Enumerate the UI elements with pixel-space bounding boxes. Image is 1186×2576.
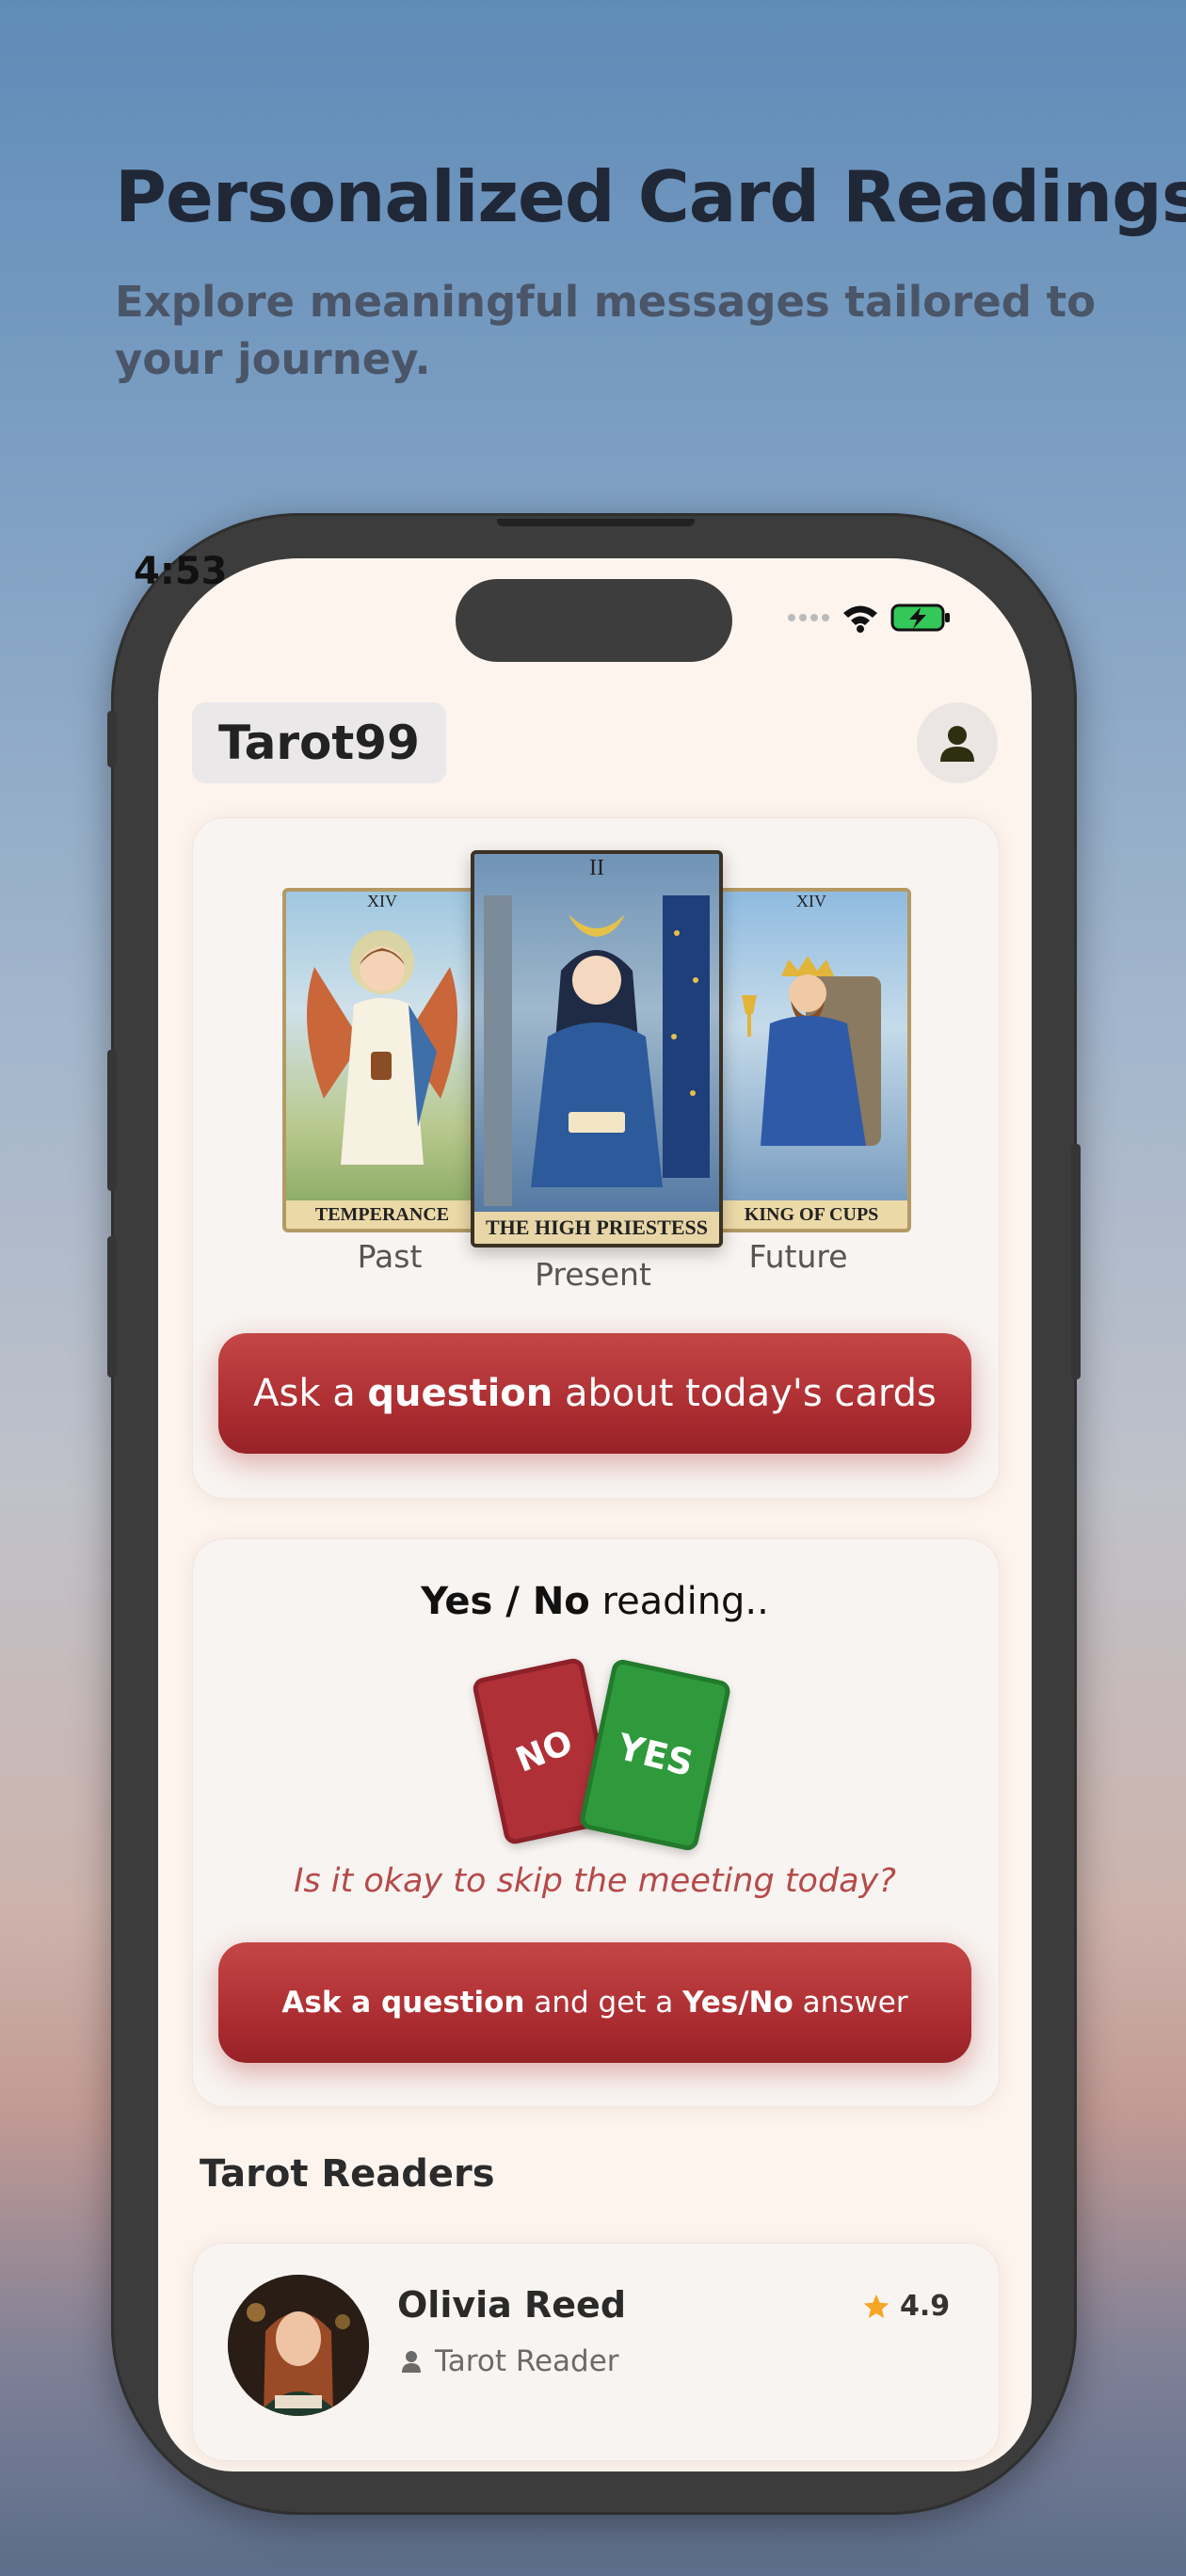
- yes-no-title-bold: Yes / No: [421, 1580, 590, 1623]
- reader-role: Tarot Reader: [401, 2344, 619, 2378]
- phone-frame: [107, 513, 1081, 2515]
- yes-no-title: Yes / No reading..: [192, 1580, 998, 1623]
- no-card-label: NO: [510, 1722, 578, 1780]
- yes-no-title-rest: reading..: [589, 1580, 769, 1623]
- card-name: KING OF CUPS: [715, 1200, 907, 1229]
- section-title-tarot-readers: Tarot Readers: [200, 2152, 495, 2196]
- yes-card-label: YES: [613, 1725, 697, 1785]
- high-priestess-illustration: [484, 895, 710, 1206]
- card-name: TEMPERANCE: [286, 1200, 478, 1229]
- position-present: Present: [535, 1256, 651, 1293]
- profile-button[interactable]: [917, 702, 998, 783]
- speaker-slot: [497, 519, 695, 526]
- battery-charging-icon: [890, 604, 950, 632]
- volume-down-button: [107, 1236, 117, 1377]
- avatar[interactable]: [228, 2275, 369, 2416]
- reader-role-label: Tarot Reader: [435, 2344, 619, 2378]
- ask-yes-no-button[interactable]: Ask a question and get a Yes/No answer: [218, 1942, 971, 2063]
- ask-about-cards-button[interactable]: Ask a question about today's cards: [218, 1333, 971, 1454]
- volume-up-button: [107, 1050, 117, 1191]
- reader-portrait: [228, 2275, 369, 2416]
- button-text-bold: question: [367, 1372, 553, 1415]
- person-icon: [402, 2351, 421, 2373]
- example-question: Is it okay to skip the meeting today?: [294, 1862, 896, 1900]
- signal-dots-icon: [788, 614, 829, 621]
- reader-rating-value: 4.9: [900, 2290, 951, 2323]
- reader-name: Olivia Reed: [397, 2284, 627, 2326]
- side-button: [107, 711, 117, 767]
- position-future: Future: [748, 1238, 848, 1275]
- card-numeral: II: [589, 856, 604, 880]
- button-text-bold-1: Ask a question: [281, 1986, 525, 2020]
- button-text-suffix: about today's cards: [553, 1372, 937, 1415]
- power-button: [1071, 1144, 1081, 1379]
- status-icons: [787, 603, 953, 633]
- app-logo[interactable]: Tarot99: [192, 702, 446, 783]
- button-text-bold-2: Yes/No: [682, 1986, 793, 2020]
- dynamic-island: [456, 579, 732, 662]
- tarot-card-future[interactable]: XIV KING OF CUPS: [712, 888, 911, 1232]
- king-of-cups-illustration: [742, 956, 881, 1146]
- card-name: THE HIGH PRIESTESS: [474, 1212, 719, 1244]
- reader-rating: 4.9: [862, 2290, 950, 2323]
- star-icon: [863, 2294, 890, 2318]
- button-text-suffix: answer: [793, 1986, 908, 2020]
- person-icon: [940, 726, 974, 762]
- tarot-card-past[interactable]: XIV TEMPERANCE: [282, 888, 482, 1232]
- button-text-mid: and get a: [524, 1986, 683, 2020]
- promo-title: Personalized Card Readings: [115, 155, 1186, 238]
- temperance-illustration: [307, 930, 457, 1165]
- status-time: 4:53: [134, 550, 228, 593]
- wifi-icon: [843, 605, 877, 633]
- button-text-prefix: Ask a: [253, 1372, 368, 1415]
- position-past: Past: [357, 1238, 423, 1275]
- tarot-card-present[interactable]: II THE HIGH PRIESTESS: [471, 850, 723, 1248]
- promo-subtitle: Explore meaningful messages tailored to …: [115, 277, 1097, 384]
